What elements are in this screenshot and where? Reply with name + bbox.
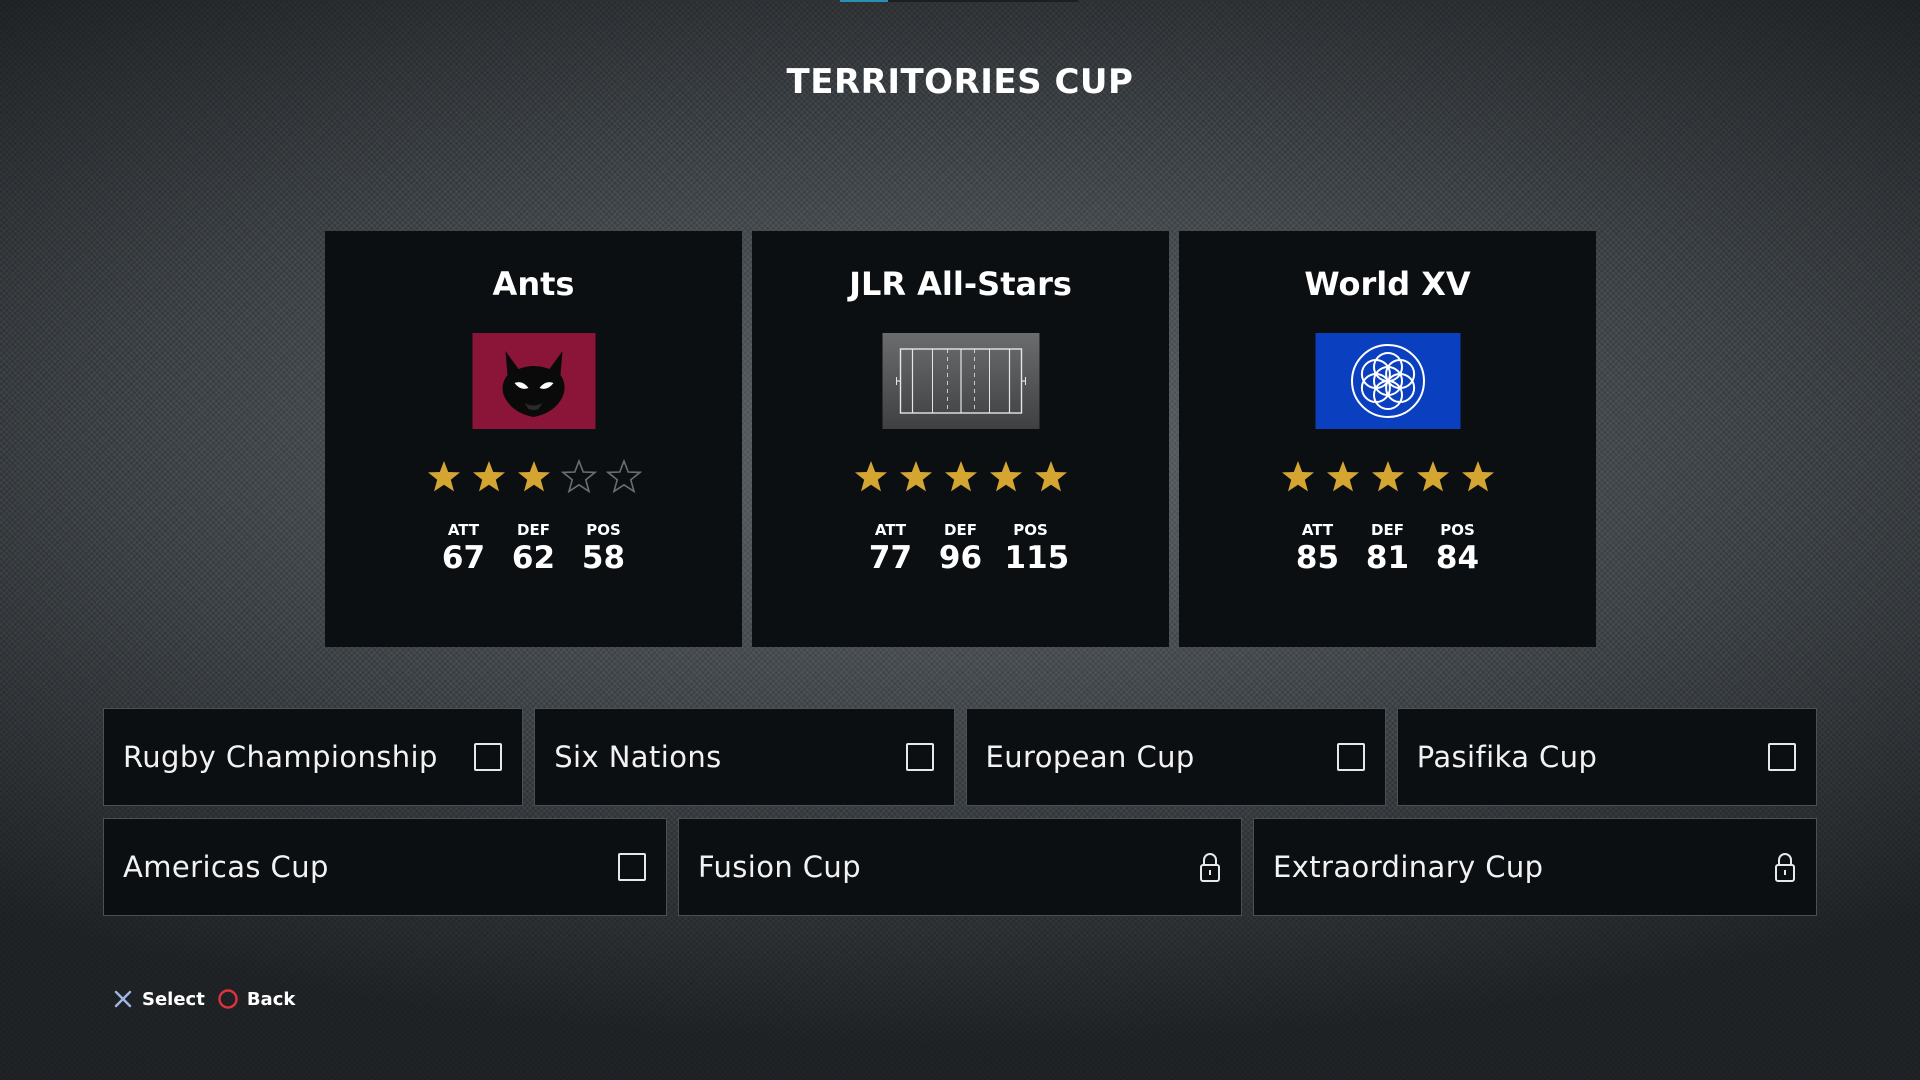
stat-pos: POS 115	[1004, 521, 1070, 577]
stat-label: DEF	[1371, 521, 1404, 539]
prompt-label: Select	[142, 988, 205, 1010]
checkbox-icon	[1768, 743, 1796, 771]
stat-label: ATT	[447, 521, 480, 539]
competition-label: Americas Cup	[123, 850, 329, 884]
lock-icon	[1199, 851, 1221, 883]
stat-att: ATT 67	[438, 521, 490, 577]
stat-value: 84	[1435, 540, 1480, 576]
stat-label: ATT	[874, 521, 907, 539]
checkbox-icon	[474, 743, 503, 771]
prompt-select[interactable]: Select	[112, 988, 205, 1010]
stat-def: DEF 96	[935, 521, 987, 577]
lock-icon	[1774, 851, 1796, 883]
stat-def: DEF 81	[1362, 521, 1414, 577]
competition-label: Pasifika Cup	[1416, 740, 1598, 774]
prompt-label: Back	[246, 988, 296, 1010]
star-rating	[752, 459, 1169, 495]
stat-label: ATT	[1301, 521, 1334, 539]
stat-att: ATT 85	[1292, 521, 1344, 577]
star-rating	[325, 459, 742, 495]
competition-label: Six Nations	[554, 740, 722, 774]
stat-label: DEF	[944, 521, 977, 539]
star-filled-icon	[1461, 461, 1494, 492]
checkbox-icon	[1336, 743, 1365, 771]
competition-pasifika-cup[interactable]: Pasifika Cup	[1396, 708, 1817, 806]
page-title: TERRITORIES CUP	[786, 62, 1134, 102]
team-card-jlr-all-stars[interactable]: JLR All-Stars ATT 77 DEF 96 POS 115	[752, 231, 1169, 647]
star-filled-icon	[989, 461, 1022, 492]
star-empty-icon	[605, 459, 642, 494]
star-rating	[1179, 459, 1596, 495]
stat-value: 58	[581, 540, 626, 576]
stat-value: 85	[1295, 540, 1340, 576]
star-filled-icon	[1416, 461, 1449, 492]
competition-row-1: Rugby Championship Six Nations European …	[103, 708, 1817, 806]
team-name: Ants	[492, 265, 575, 303]
competition-label: Rugby Championship	[123, 740, 438, 774]
star-empty-icon	[560, 459, 597, 494]
active-tab-marker	[840, 0, 888, 2]
stat-label: POS	[586, 521, 621, 539]
star-filled-icon	[427, 461, 460, 492]
team-stats: ATT 67 DEF 62 POS 58	[325, 521, 742, 577]
competition-european-cup[interactable]: European Cup	[965, 708, 1386, 806]
team-badge	[1315, 333, 1460, 429]
stat-att: ATT 77	[865, 521, 917, 577]
team-cards: Ants ATT 67 DEF 62 POS 58 JLR All-Stars …	[325, 231, 1596, 647]
stat-value: 81	[1365, 540, 1410, 576]
star-filled-icon	[899, 461, 932, 492]
competition-label: European Cup	[985, 740, 1195, 774]
top-tab-indicator	[840, 0, 1078, 2]
team-name: World XV	[1304, 265, 1471, 303]
competition-label: Extraordinary Cup	[1273, 850, 1544, 884]
competition-fusion-cup[interactable]: Fusion Cup	[678, 818, 1242, 916]
ant-head-icon	[472, 333, 595, 429]
rugby-pitch-icon	[882, 333, 1039, 429]
star-filled-icon	[1034, 461, 1067, 492]
stat-label: POS	[1013, 521, 1048, 539]
circle-button-icon	[218, 989, 238, 1009]
competition-six-nations[interactable]: Six Nations	[534, 708, 955, 806]
stat-value: 115	[1004, 540, 1070, 576]
stat-value: 77	[868, 540, 913, 576]
flower-of-life-icon	[1315, 333, 1460, 429]
star-filled-icon	[472, 461, 505, 492]
star-filled-icon	[1281, 461, 1314, 492]
cross-button-icon	[114, 990, 132, 1008]
stat-label: DEF	[517, 521, 550, 539]
team-badge	[882, 333, 1039, 429]
competition-label: Fusion Cup	[698, 850, 862, 884]
star-filled-icon	[854, 461, 887, 492]
star-filled-icon	[1326, 461, 1359, 492]
stat-value: 62	[511, 540, 556, 576]
competition-americas-cup[interactable]: Americas Cup	[103, 818, 667, 916]
stat-label: POS	[1440, 521, 1475, 539]
checkbox-icon	[905, 743, 934, 771]
team-card-world-xv[interactable]: World XV ATT 85 DEF 81 POS 84	[1179, 231, 1596, 647]
stat-pos: POS 58	[578, 521, 630, 577]
button-prompts: Select Back	[112, 988, 297, 1010]
competition-extraordinary-cup[interactable]: Extraordinary Cup	[1253, 818, 1817, 916]
team-stats: ATT 77 DEF 96 POS 115	[752, 521, 1169, 577]
team-card-ants[interactable]: Ants ATT 67 DEF 62 POS 58	[325, 231, 742, 647]
stat-value: 96	[938, 540, 983, 576]
competition-row-2: Americas Cup Fusion Cup Extraordinary Cu…	[103, 818, 1817, 916]
stat-def: DEF 62	[508, 521, 560, 577]
star-filled-icon	[1371, 461, 1404, 492]
checkbox-icon	[618, 853, 646, 881]
stat-value: 67	[441, 540, 486, 576]
star-filled-icon	[944, 461, 977, 492]
prompt-back[interactable]: Back	[217, 988, 296, 1010]
star-filled-icon	[517, 461, 550, 492]
team-badge	[472, 333, 595, 429]
stat-pos: POS 84	[1432, 521, 1484, 577]
competition-rugby-championship[interactable]: Rugby Championship	[103, 708, 524, 806]
team-stats: ATT 85 DEF 81 POS 84	[1179, 521, 1596, 577]
team-name: JLR All-Stars	[849, 265, 1072, 303]
